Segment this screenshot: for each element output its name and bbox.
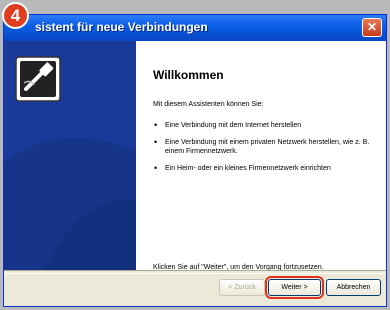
list-item: Eine Verbindung mit einem privaten Netzw… [153,138,373,156]
step-badge: 4 [2,2,29,29]
option-list: Eine Verbindung mit dem Internet herstel… [153,121,373,181]
list-item: Ein Heim- oder ein kleines Firmennetzwer… [153,164,373,173]
screenshot-frame: sistent für neue Verbindungen ✕ Willkomm… [0,0,390,310]
list-item: Eine Verbindung mit dem Internet herstel… [153,121,373,130]
back-button[interactable]: < Zurück [219,279,265,296]
side-panel-graphic [4,41,136,270]
page-title: Willkommen [153,68,224,82]
wizard-side-panel [4,41,136,270]
window-title: sistent für neue Verbindungen [35,20,208,34]
title-bar[interactable]: sistent für neue Verbindungen ✕ [4,15,386,41]
wizard-window: sistent für neue Verbindungen ✕ Willkomm… [3,14,387,307]
divider [4,270,386,274]
network-cable-plug-icon [15,56,61,102]
cancel-button[interactable]: Abbrechen [326,279,381,296]
wizard-content: Willkommen Mit diesem Assistenten können… [136,41,386,271]
intro-text: Mit diesem Assistenten können Sie: [153,101,264,108]
close-button[interactable]: ✕ [362,18,382,37]
next-button[interactable]: Weiter > [265,276,324,299]
